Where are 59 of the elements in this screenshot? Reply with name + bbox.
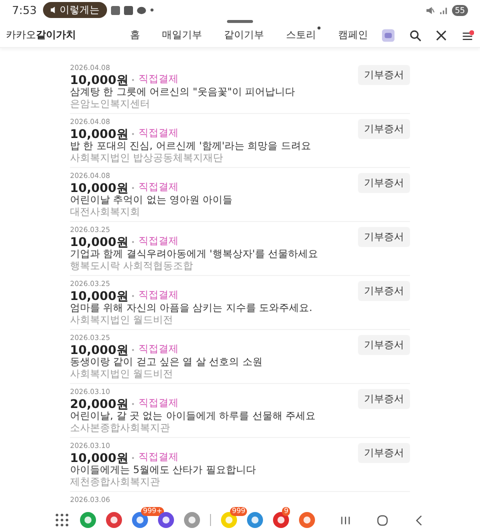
audio-pill[interactable]: 이렇게는 (42, 2, 107, 18)
donation-amount: 10,000원 (70, 235, 128, 249)
signal-icon (438, 6, 448, 14)
payment-method: 직접결제 (138, 343, 178, 357)
campaign-title[interactable]: 기업과 함께 결식우려아동에게 '행복상자'를 선물하세요 (70, 249, 318, 261)
campaign-title[interactable]: 밥 한 포대의 진심, 어르신께 '함께'라는 희망을 드려요 (70, 141, 311, 153)
organization-name: 제천종합사회복지관 (70, 477, 161, 489)
payment-method: 직접결제 (138, 181, 178, 195)
organization-name: 행복도시락 사회적협동조합 (70, 261, 194, 273)
payment-method: 직접결제 (138, 235, 178, 249)
clock: 7:53 (12, 4, 37, 16)
home-icon[interactable] (376, 514, 389, 526)
dot-icon (150, 8, 154, 12)
certificate-button[interactable]: 기부증서 (358, 227, 410, 247)
apps-grid-icon[interactable] (54, 512, 70, 528)
organization-name: 대전사회복지회 (70, 207, 141, 219)
drag-handle[interactable] (227, 20, 253, 23)
campaign-title[interactable]: 아이들에게는 5월에도 산타가 필요합니다 (70, 465, 256, 477)
certificate-button[interactable]: 기부증서 (358, 281, 410, 301)
certificate-button[interactable]: 기부증서 (358, 65, 410, 85)
speaker-icon (50, 6, 58, 14)
organization-name: 사회복지법인 밥상공동체복지재단 (70, 153, 224, 165)
donation-amount: 20,000원 (70, 397, 128, 411)
organization-name: 사회복지법인 월드비전 (70, 369, 174, 381)
campaign-title[interactable]: 동생이랑 같이 걷고 싶은 열 살 선호의 소원 (70, 357, 262, 369)
payment-method: 직접결제 (138, 451, 178, 465)
donation-amount: 10,000원 (70, 343, 128, 357)
certificate-button[interactable]: 기부증서 (358, 119, 410, 139)
campaign-title[interactable]: 삼계탕 한 그릇에 어르신의 "웃음꽃"이 피어납니다 (70, 87, 296, 99)
menu-icon[interactable] (462, 28, 474, 42)
nav-tab[interactable]: 매일기부 (162, 28, 202, 42)
site-logo[interactable]: 카카오같이가치 (6, 28, 76, 42)
donation-amount: 10,000원 (70, 127, 128, 141)
campaign-title[interactable]: 어린이날, 갈 곳 없는 아이들에게 하루를 선물해 주세요 (70, 411, 316, 423)
battery-indicator: 55 (452, 4, 468, 16)
certificate-button[interactable]: 기부증서 (358, 389, 410, 409)
nav-tab[interactable]: 캠페인 (338, 28, 368, 42)
search-icon[interactable] (408, 28, 421, 42)
certificate-button[interactable]: 기부증서 (358, 173, 410, 193)
donation-amount: 10,000원 (70, 73, 128, 87)
campaign-title[interactable]: 어린이날 추억이 없는 영아원 아이들 (70, 195, 233, 207)
payment-method: 직접결제 (138, 397, 178, 411)
payment-method: 직접결제 (138, 127, 178, 141)
nav-tab[interactable]: 홈 (130, 28, 140, 42)
donation-amount: 10,000원 (70, 181, 128, 195)
organization-name: 은암노인복지센터 (70, 99, 151, 111)
certificate-button[interactable]: 기부증서 (358, 443, 410, 463)
close-icon[interactable] (435, 28, 448, 42)
nav-tab[interactable]: 스토리 (286, 28, 316, 42)
certificate-button[interactable]: 기부증서 (358, 335, 410, 355)
campaign-title[interactable]: 엄마를 위해 자신의 아픔을 삼키는 지수를 도와주세요. (70, 303, 312, 315)
payment-method: 직접결제 (138, 73, 178, 87)
nav-tab[interactable]: 같이기부 (224, 28, 264, 42)
payment-method: 직접결제 (138, 289, 178, 303)
organization-name: 사회복지법인 월드비전 (70, 315, 174, 327)
donation-amount: 10,000원 (70, 451, 128, 465)
mute-icon (426, 6, 435, 14)
donation-amount: 10,000원 (70, 289, 128, 303)
organization-name: 소사본종합사회복지관 (70, 423, 171, 435)
